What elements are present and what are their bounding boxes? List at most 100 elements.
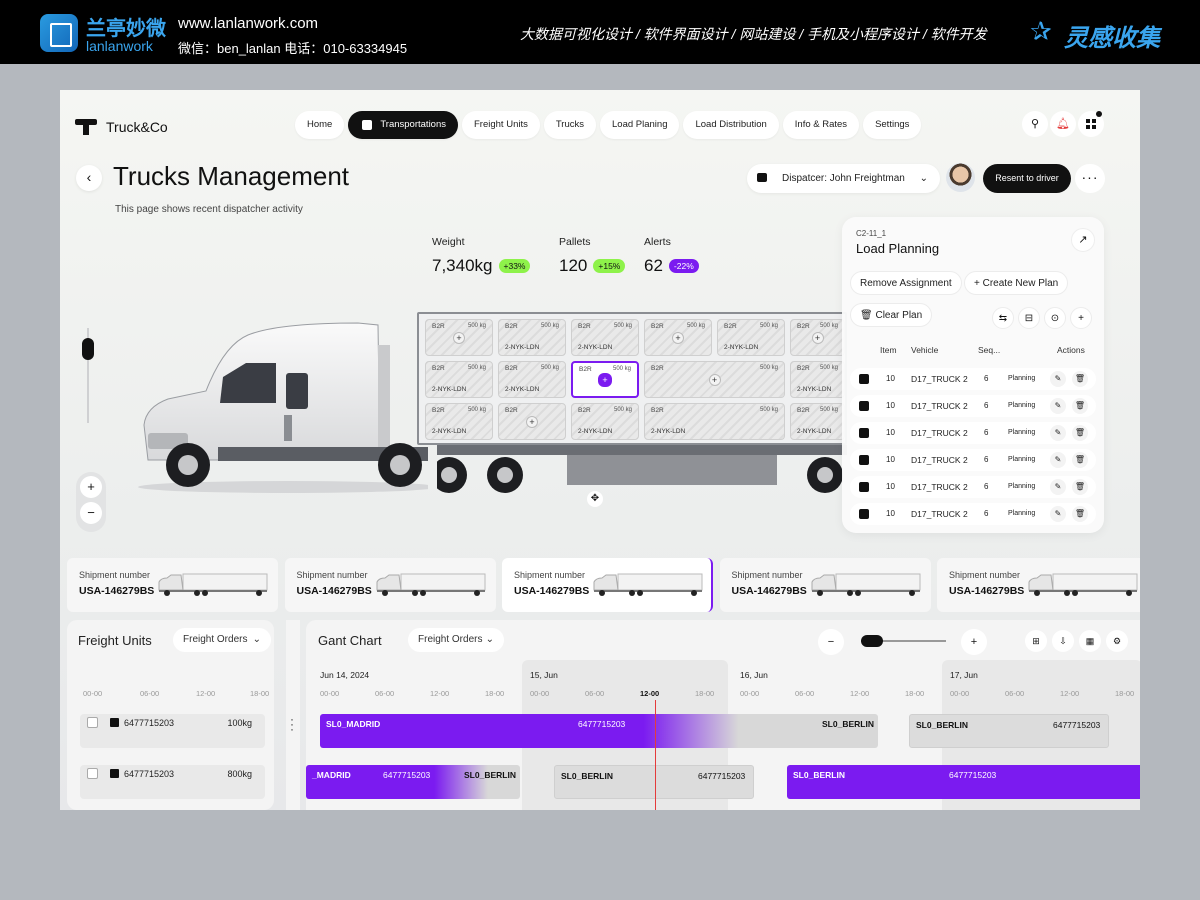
remove-assignment-button[interactable]: Remove Assignment xyxy=(850,271,962,295)
app-window: Truck&Co Home Transportations Freight Unit… xyxy=(60,90,1140,810)
edit-icon[interactable]: ✎ xyxy=(1050,371,1066,387)
more-options-button[interactable]: ··· xyxy=(1075,164,1105,193)
edit-icon[interactable]: ✎ xyxy=(1050,452,1066,468)
settings-icon[interactable]: ⚙ xyxy=(1106,630,1128,652)
freight-unit-row[interactable]: 6477715203 100kg xyxy=(80,714,265,748)
delete-icon[interactable]: 🗑︎ xyxy=(1072,479,1088,495)
trailer-slot[interactable]: B2R 500 kg 2-NYK-LDN xyxy=(498,361,566,398)
delete-icon[interactable]: 🗑︎ xyxy=(1072,371,1088,387)
edit-icon[interactable]: ✎ xyxy=(1050,398,1066,414)
shipment-card[interactable]: Shipment number USA-146279BS xyxy=(284,558,496,612)
shipment-card[interactable]: Shipment number USA-146279BS xyxy=(937,558,1140,612)
trailer-slot[interactable]: B2R + xyxy=(498,403,566,440)
trailer-slot[interactable]: B2R 500 kg + xyxy=(644,319,712,356)
add-load-icon[interactable]: + xyxy=(526,415,538,428)
add-load-icon[interactable]: + xyxy=(672,331,684,344)
trailer-slot[interactable]: B2R 500 kg 2-NYK-LDN xyxy=(571,403,639,440)
gantt-zoom-handle[interactable] xyxy=(861,635,883,647)
layout-icon[interactable]: ⊟ xyxy=(1018,307,1040,329)
freight-unit-row[interactable]: 6477715203 800kg xyxy=(80,765,265,799)
gantt-zoom-in-button[interactable]: + xyxy=(961,629,987,655)
trailer-slot[interactable]: B2R 500 kg + xyxy=(790,319,845,356)
shipment-card[interactable]: Shipment number USA-146279BS xyxy=(502,558,713,612)
banner-url[interactable]: www.lanlanwork.com xyxy=(178,15,318,32)
add-load-icon[interactable]: + xyxy=(708,373,721,386)
delete-icon[interactable]: 🗑︎ xyxy=(1072,425,1088,441)
banner-collect-label: 灵感收集 xyxy=(1064,25,1160,52)
avatar[interactable] xyxy=(946,163,975,192)
plan-row[interactable]: 10 D17_TRUCK 2 6 Planning ✎ 🗑︎ xyxy=(850,476,1096,498)
edit-icon[interactable]: ✎ xyxy=(1050,479,1066,495)
add-load-icon[interactable]: + xyxy=(453,331,465,344)
nav-item-settings[interactable]: Settings xyxy=(863,111,922,139)
delete-icon[interactable]: 🗑︎ xyxy=(1072,452,1088,468)
add-load-icon[interactable]: + xyxy=(811,331,824,344)
trailer-slot[interactable]: B2R 500 kg + xyxy=(644,361,785,398)
trailer-slot[interactable]: B2R 500 kg 2-NYK-LDN xyxy=(425,361,493,398)
trailer-slot[interactable]: B2R 500 kg 2-NYK-LDN xyxy=(790,361,845,398)
gantt-bar[interactable]: _MADRID 6477715203 SL0_BERLIN xyxy=(306,765,520,799)
resize-handle[interactable]: · · · xyxy=(286,620,300,810)
edit-icon[interactable]: ✎ xyxy=(1050,506,1066,522)
trailer-slot[interactable]: B2R 500 kg 2-NYK-LDN xyxy=(790,403,845,440)
search-icon[interactable]: ⚲ xyxy=(1022,111,1048,137)
filter-icon[interactable]: ⊞ xyxy=(1025,630,1047,652)
shipment-card[interactable]: Shipment number USA-146279BS xyxy=(67,558,278,612)
zoom-in-button[interactable]: + xyxy=(80,476,102,498)
trailer-slot[interactable]: B2R 500 kg 2-NYK-LDN xyxy=(717,319,785,356)
move-icon[interactable]: ✥ xyxy=(587,491,603,507)
nav-item-load-planing[interactable]: Load Planing xyxy=(600,111,680,139)
expand-arrow-icon[interactable]: ↗ xyxy=(1071,228,1095,252)
gantt-bar[interactable]: SL0_MADRID 6477715203 SL0_BERLIN xyxy=(320,714,878,748)
row-checkbox[interactable] xyxy=(87,768,98,779)
export-icon[interactable]: ⇩ xyxy=(1052,630,1074,652)
edit-icon[interactable]: ✎ xyxy=(1050,425,1066,441)
dispatcher-select[interactable]: Dispatcer: John Freightman ⌄ xyxy=(747,164,940,193)
gantt-bar[interactable]: SL0_BERLIN 6477715203 xyxy=(787,765,1140,799)
row-checkbox[interactable] xyxy=(87,717,98,728)
gantt-bar[interactable]: SL0_BERLIN 6477715203 xyxy=(909,714,1109,748)
plan-row[interactable]: 10 D17_TRUCK 2 6 Planning ✎ 🗑︎ xyxy=(850,395,1096,417)
trailer-slot[interactable]: B2R 500 kg 2-NYK-LDN xyxy=(425,403,493,440)
freight-orders-dropdown[interactable]: Freight Orders ⌄ xyxy=(173,628,271,652)
history-icon[interactable]: ⊙ xyxy=(1044,307,1066,329)
stat-value: 62 xyxy=(644,256,663,275)
create-new-plan-button[interactable]: + Create New Plan xyxy=(964,271,1069,295)
nav-item-info-rates[interactable]: Info & Rates xyxy=(782,111,860,139)
add-icon[interactable]: + xyxy=(1070,307,1092,329)
nav-item-transportations[interactable]: Transportations xyxy=(348,111,458,139)
plan-row[interactable]: 10 D17_TRUCK 2 6 Planning ✎ 🗑︎ xyxy=(850,449,1096,471)
zoom-out-button[interactable]: − xyxy=(80,502,102,524)
swap-icon[interactable]: ⇆ xyxy=(992,307,1014,329)
delete-icon[interactable]: 🗑︎ xyxy=(1072,398,1088,414)
trailer-slot[interactable]: B2R 500 kg 2-NYK-LDN xyxy=(498,319,566,356)
delete-icon[interactable]: 🗑︎ xyxy=(1072,506,1088,522)
back-button[interactable]: ‹ xyxy=(76,165,102,191)
clear-plan-button[interactable]: 🗑︎ Clear Plan xyxy=(850,303,933,327)
gantt-zoom-out-button[interactable]: − xyxy=(818,629,844,655)
gantt-bar[interactable]: SL0_BERLIN 6477715203 xyxy=(554,765,754,799)
slot-route: 2-NYK-LDN xyxy=(724,344,759,351)
zoom-slider-handle[interactable] xyxy=(82,338,94,360)
box-icon xyxy=(110,769,119,778)
plan-row[interactable]: 10 D17_TRUCK 2 6 Planning ✎ 🗑︎ xyxy=(850,503,1096,525)
trailer-slot[interactable]: B2R 500 kg 2-NYK-LDN xyxy=(571,319,639,356)
nav-item-freight-units[interactable]: Freight Units xyxy=(462,111,540,139)
resend-to-driver-button[interactable]: Resent to driver xyxy=(983,164,1071,193)
add-load-icon[interactable]: + xyxy=(598,372,612,387)
calendar-icon[interactable]: ▦ xyxy=(1079,630,1101,652)
trailer-slot-selected[interactable]: B2R 500 kg + xyxy=(571,361,639,398)
trailer-slot[interactable]: B2R 500 kg 2-NYK-LDN xyxy=(644,403,785,440)
nav-item-home[interactable]: Home xyxy=(295,111,345,139)
slot-route: 2-NYK-LDN xyxy=(505,386,540,393)
slot-weight: 500 kg xyxy=(819,323,838,329)
gantt-orders-dropdown[interactable]: Freight Orders ⌄ xyxy=(408,628,504,652)
bell-icon[interactable]: 🔔︎ xyxy=(1050,111,1076,137)
nav-item-trucks[interactable]: Trucks xyxy=(543,111,597,139)
plan-row[interactable]: 10 D17_TRUCK 2 6 Planning ✎ 🗑︎ xyxy=(850,368,1096,390)
shipment-card[interactable]: Shipment number USA-146279BS xyxy=(719,558,931,612)
nav-item-load-distribution[interactable]: Load Distribution xyxy=(683,111,779,139)
banner-logo-icon xyxy=(40,14,78,52)
trailer-slot[interactable]: B2R 500 kg + xyxy=(425,319,493,356)
plan-row[interactable]: 10 D17_TRUCK 2 6 Planning ✎ 🗑︎ xyxy=(850,422,1096,444)
